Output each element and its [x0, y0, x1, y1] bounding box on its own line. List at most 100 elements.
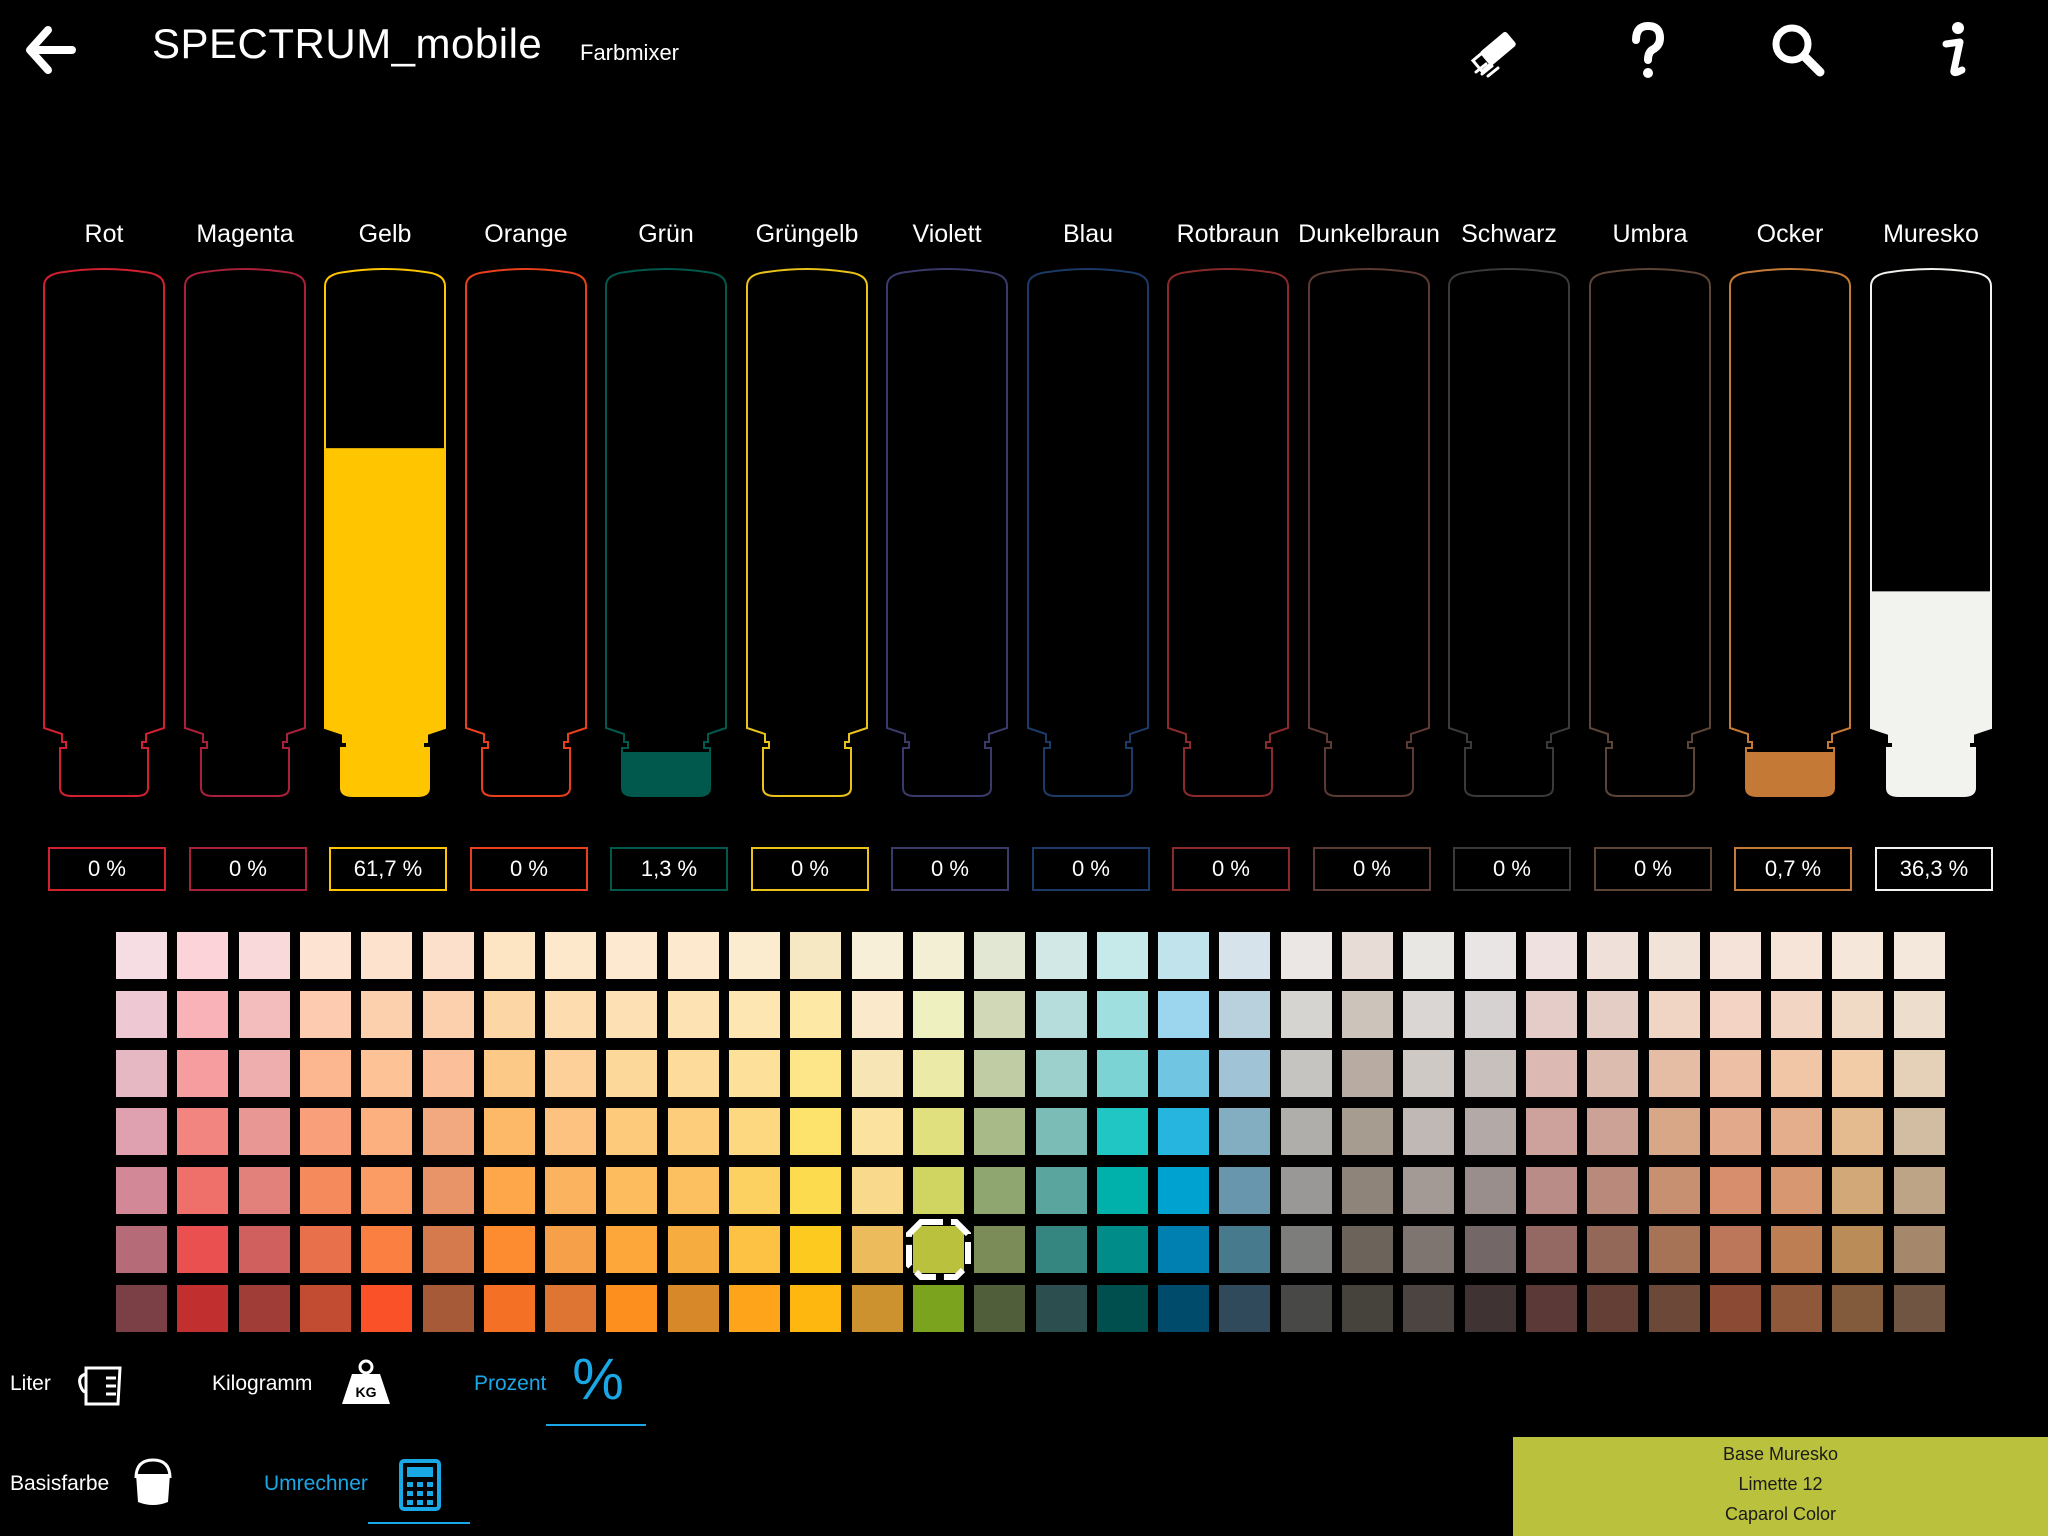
liter-button[interactable] [76, 1362, 126, 1408]
tube-ocker[interactable] [1728, 260, 1852, 820]
percent-value-ocker[interactable]: 0,7 % [1734, 847, 1852, 891]
color-swatch[interactable] [1342, 932, 1393, 979]
color-swatch[interactable] [1403, 991, 1454, 1038]
percent-value-gruen[interactable]: 1,3 % [610, 847, 728, 891]
color-swatch[interactable] [300, 1050, 351, 1097]
tube-gelb[interactable] [323, 260, 447, 820]
color-swatch[interactable] [1832, 1285, 1883, 1332]
color-swatch[interactable] [1342, 1167, 1393, 1214]
color-swatch[interactable] [1526, 1050, 1577, 1097]
color-swatch[interactable] [1710, 991, 1761, 1038]
color-swatch[interactable] [1158, 1050, 1209, 1097]
percent-value-muresko[interactable]: 36,3 % [1875, 847, 1993, 891]
color-swatch[interactable] [116, 991, 167, 1038]
kilogramm-label[interactable]: Kilogramm [212, 1372, 312, 1396]
color-swatch[interactable] [545, 1167, 596, 1214]
color-swatch[interactable] [300, 1108, 351, 1155]
color-swatch[interactable] [1219, 1167, 1270, 1214]
color-swatch[interactable] [974, 932, 1025, 979]
color-swatch[interactable] [239, 932, 290, 979]
color-swatch[interactable] [790, 1285, 841, 1332]
color-swatch[interactable] [1894, 1108, 1945, 1155]
color-swatch[interactable] [300, 1226, 351, 1273]
color-swatch[interactable] [1403, 1050, 1454, 1097]
color-swatch[interactable] [1281, 1108, 1332, 1155]
color-swatch[interactable] [913, 1226, 964, 1273]
color-swatch[interactable] [361, 1108, 412, 1155]
color-swatch[interactable] [1036, 1108, 1087, 1155]
color-swatch[interactable] [1219, 991, 1270, 1038]
percent-value-orange[interactable]: 0 % [470, 847, 588, 891]
color-swatch[interactable] [361, 1226, 412, 1273]
color-swatch[interactable] [1771, 1285, 1822, 1332]
color-swatch[interactable] [790, 1167, 841, 1214]
color-swatch[interactable] [1465, 1108, 1516, 1155]
color-swatch[interactable] [913, 1285, 964, 1332]
color-swatch[interactable] [361, 1285, 412, 1332]
color-swatch[interactable] [239, 1226, 290, 1273]
color-swatch[interactable] [729, 1167, 780, 1214]
color-swatch[interactable] [1894, 1285, 1945, 1332]
color-swatch[interactable] [668, 932, 719, 979]
color-swatch[interactable] [1894, 932, 1945, 979]
color-swatch[interactable] [1465, 991, 1516, 1038]
color-swatch[interactable] [729, 1108, 780, 1155]
color-swatch[interactable] [852, 991, 903, 1038]
color-swatch[interactable] [1158, 1285, 1209, 1332]
color-swatch[interactable] [1281, 1050, 1332, 1097]
tube-schwarz[interactable] [1447, 260, 1571, 820]
color-swatch[interactable] [606, 1226, 657, 1273]
percent-value-umbra[interactable]: 0 % [1594, 847, 1712, 891]
percent-value-violett[interactable]: 0 % [891, 847, 1009, 891]
color-swatch[interactable] [790, 1226, 841, 1273]
color-swatch[interactable] [361, 1167, 412, 1214]
color-swatch[interactable] [1158, 932, 1209, 979]
color-swatch[interactable] [545, 1108, 596, 1155]
color-swatch[interactable] [1219, 1050, 1270, 1097]
color-swatch[interactable] [484, 1108, 535, 1155]
color-swatch[interactable] [1097, 1050, 1148, 1097]
color-swatch[interactable] [1771, 1226, 1822, 1273]
color-swatch[interactable] [1036, 1050, 1087, 1097]
color-swatch[interactable] [545, 1226, 596, 1273]
color-swatch[interactable] [852, 1285, 903, 1332]
color-swatch[interactable] [1526, 1108, 1577, 1155]
color-swatch[interactable] [913, 1050, 964, 1097]
color-swatch[interactable] [668, 1050, 719, 1097]
color-swatch[interactable] [1710, 1050, 1761, 1097]
color-swatch[interactable] [1219, 1285, 1270, 1332]
color-swatch[interactable] [1036, 991, 1087, 1038]
color-swatch[interactable] [668, 991, 719, 1038]
color-swatch[interactable] [361, 932, 412, 979]
tube-magenta[interactable] [183, 260, 307, 820]
color-swatch[interactable] [1097, 1108, 1148, 1155]
color-swatch[interactable] [1771, 932, 1822, 979]
color-swatch[interactable] [1403, 932, 1454, 979]
color-swatch[interactable] [1158, 1167, 1209, 1214]
tube-rot[interactable] [42, 260, 166, 820]
color-swatch[interactable] [484, 1050, 535, 1097]
color-swatch[interactable] [606, 991, 657, 1038]
color-swatch[interactable] [423, 932, 474, 979]
color-swatch[interactable] [1158, 1226, 1209, 1273]
color-swatch[interactable] [1587, 1285, 1638, 1332]
color-swatch[interactable] [790, 991, 841, 1038]
color-swatch[interactable] [1587, 932, 1638, 979]
color-swatch[interactable] [545, 1050, 596, 1097]
color-swatch[interactable] [239, 991, 290, 1038]
color-swatch[interactable] [1097, 932, 1148, 979]
color-swatch[interactable] [545, 991, 596, 1038]
color-swatch[interactable] [913, 932, 964, 979]
color-swatch[interactable] [606, 1050, 657, 1097]
color-swatch[interactable] [116, 1108, 167, 1155]
color-swatch[interactable] [1894, 1226, 1945, 1273]
color-swatch[interactable] [1403, 1285, 1454, 1332]
color-swatch[interactable] [300, 1285, 351, 1332]
color-swatch[interactable] [177, 1167, 228, 1214]
color-swatch[interactable] [177, 1226, 228, 1273]
color-swatch[interactable] [606, 1108, 657, 1155]
color-swatch[interactable] [1403, 1108, 1454, 1155]
color-swatch[interactable] [729, 1285, 780, 1332]
tube-orange[interactable] [464, 260, 588, 820]
color-swatch[interactable] [1587, 1108, 1638, 1155]
